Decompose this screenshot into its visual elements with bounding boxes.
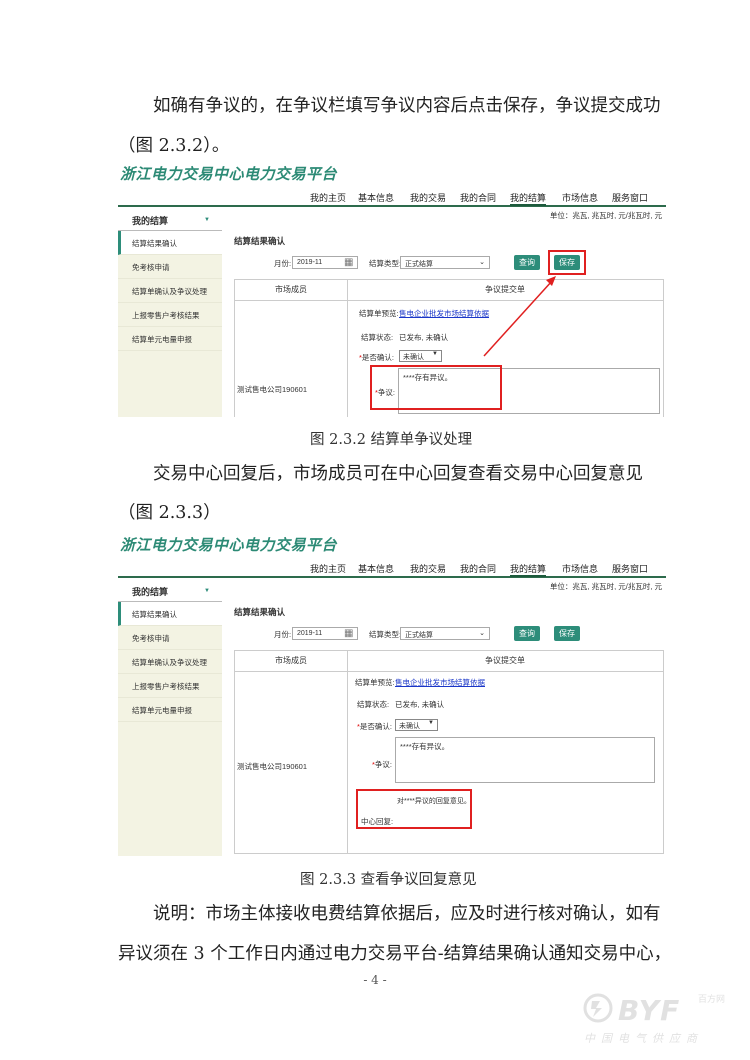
main-panel: 结算结果确认 月份: 2019-11 ▦ 结算类型: 正式结算 ⌄ 查询 保存 市… bbox=[234, 604, 666, 856]
highlight-reply bbox=[356, 789, 472, 829]
calendar-icon[interactable]: ▦ bbox=[344, 628, 353, 639]
status-value: 已发布, 未确认 bbox=[395, 700, 445, 709]
preview-link[interactable]: 售电企业批发市场结算依据 bbox=[395, 677, 485, 688]
nav-item-home[interactable]: 我的主页 bbox=[310, 562, 346, 575]
paragraph-2: 交易中心回复后，市场成员可在中心回复查看交易中心回复意见 bbox=[153, 464, 643, 484]
member-name: 测试售电公司190601 bbox=[237, 762, 308, 771]
watermark-small: 百方网 bbox=[698, 995, 726, 1005]
chevron-down-icon: ⌄ bbox=[479, 630, 485, 637]
section-title: 结算结果确认 bbox=[234, 607, 286, 617]
save-button[interactable]: 保存 bbox=[554, 626, 580, 641]
logo-mark-icon bbox=[583, 993, 613, 1023]
status-label: 结算状态: bbox=[357, 700, 390, 709]
watermark-brand: BYF bbox=[618, 994, 681, 1027]
nav-item-basic-info[interactable]: 基本信息 bbox=[358, 562, 394, 575]
sidebar-header-label: 我的结算 bbox=[132, 587, 169, 597]
screenshot-fig-2-3-2: 浙江电力交易中心电力交易平台 我的主页 基本信息 我的交易 我的合同 我的结算 … bbox=[118, 163, 666, 417]
platform-brand: 浙江电力交易中心电力交易平台 bbox=[120, 537, 338, 554]
unit-note: 单位：兆瓦, 兆瓦时, 元/兆瓦时, 元 bbox=[549, 582, 662, 591]
dispute-label: *争议: bbox=[372, 760, 393, 769]
sidebar-item-dispute[interactable]: 结算单确认及争议处理 bbox=[118, 650, 222, 674]
preview-label: 结算单预览: bbox=[355, 678, 395, 687]
col-header-member: 市场成员 bbox=[275, 656, 307, 665]
confirm-select[interactable]: 未确认 ▼ bbox=[395, 719, 438, 731]
nav-item-settlement[interactable]: 我的结算 bbox=[510, 562, 547, 577]
sidebar-item-result-confirm[interactable]: 结算结果确认 bbox=[118, 602, 222, 626]
divider bbox=[235, 671, 663, 672]
nav-item-service[interactable]: 服务窗口 bbox=[612, 562, 648, 575]
caption-fig-2-3-3: 图 2.3.3 查看争议回复意见 bbox=[300, 872, 477, 888]
watermark-logo: BYF 百方网 中国电气供应商 bbox=[578, 990, 738, 1050]
page-number: - 4 - bbox=[363, 973, 387, 987]
paragraph-2-ref: （图 2.3.3） bbox=[118, 503, 221, 523]
top-nav: 我的主页 基本信息 我的交易 我的合同 我的结算 市场信息 服务窗口 bbox=[118, 559, 666, 578]
caret-down-icon: ▼ bbox=[428, 720, 434, 726]
sidebar-item-unit-declare[interactable]: 结算单元电量申报 bbox=[118, 698, 222, 722]
paragraph-1-ref: （图 2.3.2）。 bbox=[118, 136, 230, 156]
paragraph-3: 说明：市场主体接收电费结算依据后，应及时进行核对确认，如有 bbox=[153, 904, 661, 924]
paragraph-3-cont: 异议须在 3 个工作日内通过电力交易平台-结算结果确认通知交易中心， bbox=[118, 944, 672, 964]
type-select[interactable]: 正式结算 ⌄ bbox=[400, 627, 490, 640]
query-button[interactable]: 查询 bbox=[514, 626, 540, 641]
dispute-textarea[interactable]: ****存有异议。 bbox=[395, 737, 655, 783]
nav-item-contracts[interactable]: 我的合同 bbox=[460, 562, 496, 575]
month-label: 月份: bbox=[274, 630, 292, 639]
nav-item-trades[interactable]: 我的交易 bbox=[410, 562, 446, 575]
confirm-label: *是否确认: bbox=[357, 722, 393, 731]
red-arrow bbox=[483, 276, 556, 357]
sidebar-item-retail-report[interactable]: 上报零售户考核结果 bbox=[118, 674, 222, 698]
type-select-value: 正式结算 bbox=[405, 632, 433, 639]
sidebar-header[interactable]: 我的结算 ▼ bbox=[118, 580, 222, 602]
chevron-down-icon: ▼ bbox=[204, 588, 210, 594]
sidebar-item-exemption[interactable]: 免考核申请 bbox=[118, 626, 222, 650]
screenshot-fig-2-3-3: 浙江电力交易中心电力交易平台 我的主页 基本信息 我的交易 我的合同 我的结算 … bbox=[118, 534, 666, 856]
type-label: 结算类型: bbox=[369, 630, 402, 639]
watermark-slogan: 中国电气供应商 bbox=[584, 1032, 703, 1045]
caption-fig-2-3-2: 图 2.3.2 结算单争议处理 bbox=[310, 432, 473, 448]
col-header-dispute: 争议提交单 bbox=[485, 656, 525, 665]
sidebar: 我的结算 ▼ 结算结果确认 免考核申请 结算单确认及争议处理 上报零售户考核结果 … bbox=[118, 580, 222, 856]
dispute-table: 市场成员 争议提交单 测试售电公司190601 结算单预览: 售电企业批发市场结… bbox=[234, 650, 664, 854]
paragraph-1: 如确有争议的，在争议栏填写争议内容后点击保存，争议提交成功 bbox=[153, 96, 661, 116]
nav-item-market-info[interactable]: 市场信息 bbox=[562, 562, 598, 575]
divider bbox=[347, 651, 348, 853]
